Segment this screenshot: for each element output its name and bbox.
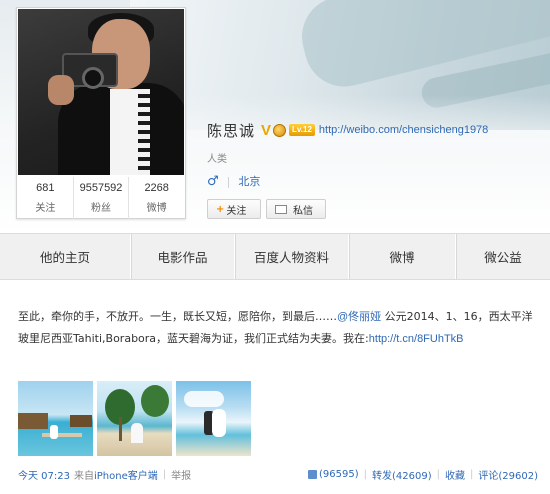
tab-charity[interactable]: 微公益	[456, 234, 550, 279]
post-images	[18, 381, 255, 456]
tab-baidu-profile[interactable]: 百度人物资料	[235, 234, 349, 279]
tab-weibo[interactable]: 微博	[349, 234, 456, 279]
report-link[interactable]: 举报	[171, 467, 191, 482]
profile-name-row: 陈思诚 V Lv.12 http://weibo.com/chensicheng…	[207, 120, 488, 140]
avatar-scarf	[138, 89, 150, 175]
divider: |	[436, 469, 440, 480]
overwater-bungalow	[70, 415, 92, 427]
palm-tree	[141, 385, 169, 417]
envelope-icon	[275, 204, 287, 214]
source-prefix: 来自	[74, 471, 94, 482]
divider: |	[162, 469, 167, 480]
profile-url-link[interactable]: http://weibo.com/chensicheng1978	[319, 124, 488, 136]
bride-figure	[131, 423, 143, 443]
profile-name: 陈思诚	[207, 121, 256, 140]
profile-nav: 他的主页 电影作品 百度人物资料 微博 微公益	[0, 233, 550, 280]
divider: |	[470, 469, 474, 480]
stat-value: 681	[36, 182, 55, 194]
avatar-shirt	[110, 89, 140, 175]
couple-figure	[50, 425, 58, 439]
post-image[interactable]	[176, 381, 251, 456]
male-icon: ♂	[207, 173, 219, 189]
verified-badge-icon[interactable]: V	[261, 122, 271, 139]
stat-value: 9557592	[79, 182, 123, 194]
stat-followers[interactable]: 9557592 粉丝	[74, 177, 130, 219]
camera-lens	[82, 67, 104, 89]
tab-home[interactable]: 他的主页	[0, 234, 131, 279]
avatar[interactable]	[18, 9, 184, 175]
tab-films[interactable]: 电影作品	[131, 234, 235, 279]
stat-following[interactable]: 681 关注	[18, 177, 74, 219]
stats-bar: 681 关注 9557592 粉丝 2268 微博	[18, 177, 184, 219]
message-label: 私信	[293, 205, 313, 217]
profile-actions: + 关注 私信	[207, 199, 326, 219]
stat-label: 粉丝	[91, 203, 111, 214]
thumbs-up-icon[interactable]	[308, 470, 317, 479]
profile-tagline: 人类	[207, 154, 227, 165]
plus-icon: +	[216, 203, 225, 215]
follow-button[interactable]: + 关注	[207, 199, 261, 219]
avatar-card: 681 关注 9557592 粉丝 2268 微博	[16, 7, 186, 219]
stat-posts[interactable]: 2268 微博	[129, 177, 184, 219]
stat-label: 微博	[146, 203, 167, 214]
palm-trunk	[119, 417, 122, 441]
post-image[interactable]	[97, 381, 172, 456]
comment-link[interactable]: 评论(29602)	[478, 467, 538, 482]
post-time[interactable]: 今天 07:23	[18, 467, 70, 482]
stat-value: 2268	[144, 182, 169, 194]
medal-icon[interactable]	[273, 123, 287, 137]
bride-figure	[212, 409, 226, 437]
location-link[interactable]: 北京	[238, 173, 260, 189]
avatar-hand	[48, 75, 74, 105]
favorite-link[interactable]: 收藏	[445, 467, 465, 482]
follow-label: 关注	[226, 205, 247, 217]
stat-label: 关注	[35, 203, 56, 214]
mention-link[interactable]: @佟丽娅	[337, 311, 381, 323]
pier	[42, 433, 82, 437]
post-footer: 今天 07:23 来自 iPhone客户端 | 举报 (96595) | 转发(4…	[18, 467, 538, 482]
message-button[interactable]: 私信	[266, 199, 326, 219]
post-actions: (96595) | 转发(42609) | 收藏 | 评论(29602)	[308, 467, 538, 482]
overwater-bungalow	[18, 413, 48, 429]
post-text: 至此，牵你的手，不放开。一生，既长又短，愿陪你，到最后……	[18, 310, 337, 323]
divider: |	[363, 469, 367, 480]
post-image[interactable]	[18, 381, 93, 456]
divider: |	[226, 174, 231, 188]
repost-link[interactable]: 转发(42609)	[372, 467, 432, 482]
source-link[interactable]: iPhone客户端	[94, 467, 158, 482]
post-body: 至此，牵你的手，不放开。一生，既长又短，愿陪你，到最后……@佟丽娅 公元2014…	[18, 306, 538, 350]
short-url-link[interactable]: http://t.cn/8FUhTkB	[369, 333, 464, 345]
cloud	[184, 391, 224, 407]
profile-meta: ♂ | 北京	[207, 173, 260, 189]
level-badge[interactable]: Lv.12	[289, 124, 315, 136]
like-count[interactable]: (96595)	[319, 469, 359, 480]
